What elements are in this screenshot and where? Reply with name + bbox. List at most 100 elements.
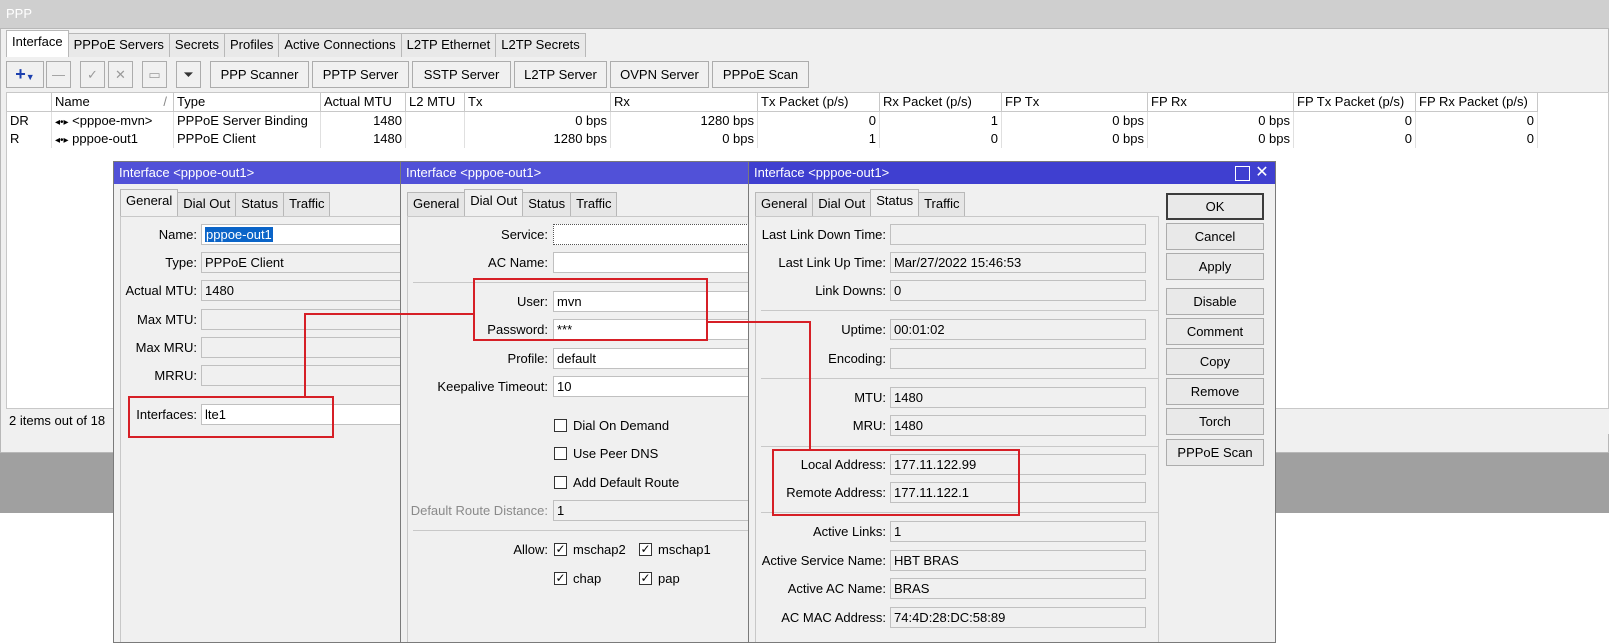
- disable-icon[interactable]: ✕: [108, 61, 133, 88]
- column-header-tx-packet[interactable]: Tx Packet (p/s): [758, 93, 880, 112]
- ppp-scanner-button[interactable]: PPP Scanner: [210, 61, 309, 88]
- cancel-button[interactable]: Cancel: [1166, 223, 1264, 250]
- row-rx-packet: 1: [880, 112, 1002, 130]
- chevron-down-icon: ▼: [25, 72, 35, 82]
- tab-interface[interactable]: Interface: [6, 30, 69, 57]
- tab-traffic[interactable]: Traffic: [283, 192, 331, 216]
- dialog-title: Interface <pppoe-out1>: [114, 162, 400, 184]
- column-header-fp-rx-packet[interactable]: FP Rx Packet (p/s): [1416, 93, 1538, 112]
- mschap2-label: mschap2: [573, 542, 626, 557]
- row-fp-rx-packet: 0: [1416, 130, 1538, 148]
- tab-general[interactable]: General: [755, 192, 814, 216]
- tab-dial-out[interactable]: Dial Out: [177, 192, 237, 216]
- tab-dial-out[interactable]: Dial Out: [812, 192, 872, 216]
- add-default-route-label: Add Default Route: [573, 475, 680, 490]
- name-field[interactable]: pppoe-out1: [201, 224, 400, 245]
- comment-button[interactable]: Comment: [1166, 318, 1264, 345]
- table-row[interactable]: DR ◂•▸ <pppoe-mvn> PPPoE Server Binding …: [7, 112, 1538, 130]
- pptp-server-button[interactable]: PPTP Server: [312, 61, 409, 88]
- dialog-title: Interface <pppoe-out1>: [749, 162, 1275, 184]
- tab-traffic[interactable]: Traffic: [570, 192, 618, 216]
- add-button[interactable]: +▼: [6, 61, 44, 88]
- enable-icon[interactable]: ✓: [80, 61, 105, 88]
- column-header-l2-mtu[interactable]: L2 MTU: [406, 93, 465, 112]
- tab-pppoe-servers[interactable]: PPPoE Servers: [67, 33, 170, 57]
- column-header-type[interactable]: Type: [174, 93, 321, 112]
- dial-on-demand-checkbox[interactable]: [554, 419, 567, 432]
- tab-secrets[interactable]: Secrets: [168, 33, 225, 57]
- column-header-fp-tx-packet[interactable]: FP Tx Packet (p/s): [1294, 93, 1416, 112]
- add-default-route-checkbox[interactable]: [554, 476, 567, 489]
- ok-button[interactable]: OK: [1166, 193, 1264, 220]
- remove-icon[interactable]: —: [46, 61, 71, 88]
- pppoe-scan-button[interactable]: PPPoE Scan: [712, 61, 809, 88]
- highlight-interfaces-box: [128, 396, 334, 438]
- copy-button[interactable]: Copy: [1166, 348, 1264, 375]
- row-actual-mtu: 1480: [321, 112, 406, 130]
- mschap2-checkbox[interactable]: ✓: [554, 543, 567, 556]
- link-downs-label: Link Downs:: [815, 283, 886, 298]
- service-field[interactable]: [553, 224, 748, 245]
- table-row[interactable]: R ◂•▸ pppoe-out1 PPPoE Client 1480 1280 …: [7, 130, 1538, 148]
- tab-l2tp-ethernet[interactable]: L2TP Ethernet: [400, 33, 497, 57]
- link-downs-field: 0: [890, 280, 1146, 301]
- use-peer-dns-checkbox[interactable]: [554, 447, 567, 460]
- max-mru-field[interactable]: [201, 337, 400, 358]
- mrru-label: MRRU:: [154, 368, 197, 383]
- chap-checkbox[interactable]: ✓: [554, 572, 567, 585]
- encoding-field: [890, 348, 1146, 369]
- mtu-label: MTU:: [854, 390, 886, 405]
- disable-button[interactable]: Disable: [1166, 288, 1264, 315]
- connector-line: [809, 321, 811, 450]
- ac-name-field[interactable]: [553, 252, 748, 273]
- pap-checkbox[interactable]: ✓: [639, 572, 652, 585]
- close-icon[interactable]: ✕: [1254, 165, 1270, 181]
- l2tp-server-button[interactable]: L2TP Server: [514, 61, 607, 88]
- type-label: Type:: [165, 255, 197, 270]
- column-header-flags[interactable]: [7, 93, 52, 112]
- tab-general[interactable]: General: [407, 192, 466, 216]
- active-ac-name-field: BRAS: [890, 578, 1146, 599]
- row-name: ◂•▸ pppoe-out1: [52, 130, 174, 148]
- profile-select[interactable]: default: [553, 348, 748, 369]
- ovpn-server-button[interactable]: OVPN Server: [610, 61, 709, 88]
- column-header-fp-tx[interactable]: FP Tx: [1002, 93, 1148, 112]
- torch-button[interactable]: Torch: [1166, 408, 1264, 435]
- tab-status[interactable]: Status: [235, 192, 285, 216]
- tab-general[interactable]: General: [120, 189, 179, 216]
- tab-dial-out[interactable]: Dial Out: [464, 189, 524, 216]
- tab-traffic[interactable]: Traffic: [918, 192, 966, 216]
- tab-active-connections[interactable]: Active Connections: [278, 33, 402, 57]
- profile-label: Profile:: [507, 351, 548, 366]
- column-header-name[interactable]: Name /: [52, 93, 174, 112]
- dialog-tab-bar: General Dial Out Status Traffic: [120, 189, 331, 216]
- mrru-field[interactable]: [201, 365, 400, 386]
- pppoe-scan-dialog-button[interactable]: PPPoE Scan: [1166, 439, 1264, 466]
- remove-button[interactable]: Remove: [1166, 378, 1264, 405]
- chap-label: chap: [573, 571, 602, 586]
- filter-icon[interactable]: ⏷: [176, 61, 201, 88]
- column-header-rx[interactable]: Rx: [611, 93, 758, 112]
- keepalive-timeout-field[interactable]: 10: [553, 376, 748, 397]
- row-fp-rx: 0 bps: [1148, 130, 1294, 148]
- column-header-fp-rx[interactable]: FP Rx: [1148, 93, 1294, 112]
- row-fp-rx: 0 bps: [1148, 112, 1294, 130]
- dialog-title: Interface <pppoe-out1>: [401, 162, 748, 184]
- tab-status[interactable]: Status: [870, 189, 920, 216]
- sstp-server-button[interactable]: SSTP Server: [412, 61, 511, 88]
- apply-button[interactable]: Apply: [1166, 253, 1264, 280]
- mschap1-checkbox[interactable]: ✓: [639, 543, 652, 556]
- ac-mac-address-field: 74:4D:28:DC:58:89: [890, 607, 1146, 628]
- connector-line: [707, 321, 811, 323]
- column-header-rx-packet[interactable]: Rx Packet (p/s): [880, 93, 1002, 112]
- tab-status[interactable]: Status: [522, 192, 572, 216]
- comment-icon[interactable]: ▭: [142, 61, 167, 88]
- separator: [761, 310, 1159, 311]
- name-label: Name:: [158, 227, 197, 242]
- active-service-name-label: Active Service Name:: [761, 553, 886, 568]
- tab-profiles[interactable]: Profiles: [224, 33, 280, 57]
- maximize-icon[interactable]: [1235, 166, 1250, 181]
- column-header-actual-mtu[interactable]: Actual MTU: [321, 93, 406, 112]
- column-header-tx[interactable]: Tx: [465, 93, 611, 112]
- tab-l2tp-secrets[interactable]: L2TP Secrets: [495, 33, 586, 57]
